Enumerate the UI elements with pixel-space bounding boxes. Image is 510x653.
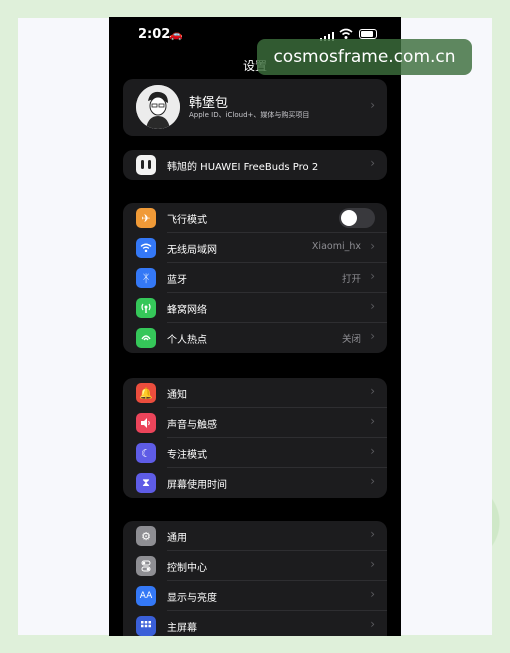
- general-row[interactable]: ⚙ 通用 ›: [123, 521, 387, 551]
- moon-icon: ☾: [136, 443, 156, 463]
- chevron-right-icon: ›: [370, 98, 375, 112]
- bluetooth-value: 打开: [341, 274, 361, 285]
- chevron-right-icon: ›: [370, 527, 375, 541]
- chevron-right-icon: ›: [370, 617, 375, 631]
- display-row[interactable]: AA 显示与亮度 ›: [123, 581, 387, 611]
- display-label: 显示与亮度: [167, 593, 217, 604]
- car-icon: 🚗: [169, 28, 183, 41]
- chevron-right-icon: ›: [370, 156, 375, 170]
- profile-name: 韩堡包: [189, 96, 229, 111]
- device-row[interactable]: 韩旭的 HUAWEI FreeBuds Pro 2 ›: [123, 150, 387, 180]
- status-time: 2:02: [138, 27, 171, 42]
- hotspot-row[interactable]: 个人热点 关闭 ›: [123, 323, 387, 353]
- battery-icon: [359, 29, 377, 39]
- notifications-label: 通知: [167, 390, 187, 401]
- airplane-icon: ✈: [136, 208, 156, 228]
- home-screen-row[interactable]: 主屏幕 ›: [123, 611, 387, 636]
- avatar: [136, 85, 180, 129]
- sound-icon: [136, 413, 156, 433]
- connectivity-group: ✈ 飞行模式 无线局域网 Xiaomi_hx › ᛡ 蓝牙 打开 › 蜂窝网络: [123, 203, 387, 353]
- notification-icon: 🔔: [136, 383, 156, 403]
- wifi-row[interactable]: 无线局域网 Xiaomi_hx ›: [123, 233, 387, 263]
- airplane-mode-toggle[interactable]: [339, 208, 375, 228]
- hotspot-value: 关闭: [341, 334, 361, 345]
- wifi-value: Xiaomi_hx: [311, 241, 361, 252]
- control-center-row[interactable]: 控制中心 ›: [123, 551, 387, 581]
- notifications-row[interactable]: 🔔 通知 ›: [123, 378, 387, 408]
- airplane-mode-label: 飞行模式: [167, 215, 207, 226]
- airplane-mode-row[interactable]: ✈ 飞行模式: [123, 203, 387, 233]
- hotspot-icon: [136, 328, 156, 348]
- earbuds-icon: [136, 155, 156, 175]
- cellular-row[interactable]: 蜂窝网络 ›: [123, 293, 387, 323]
- chevron-right-icon: ›: [370, 299, 375, 313]
- control-center-label: 控制中心: [167, 563, 207, 574]
- chevron-right-icon: ›: [370, 414, 375, 428]
- bluetooth-label: 蓝牙: [167, 275, 187, 286]
- chevron-right-icon: ›: [370, 587, 375, 601]
- sound-row[interactable]: 声音与触感 ›: [123, 408, 387, 438]
- wifi-label: 无线局域网: [167, 245, 217, 256]
- display-icon: AA: [136, 586, 156, 606]
- device-card[interactable]: 韩旭的 HUAWEI FreeBuds Pro 2 ›: [123, 150, 387, 180]
- chevron-right-icon: ›: [370, 269, 375, 283]
- settings-screen: 2:02 🚗 设置 韩堡包 Apple ID、iCloud+、媒体与购买项目 ›…: [109, 17, 401, 636]
- cellular-label: 蜂窝网络: [167, 305, 207, 316]
- home-screen-icon: [136, 616, 156, 636]
- chevron-right-icon: ›: [370, 474, 375, 488]
- chevron-right-icon: ›: [370, 384, 375, 398]
- hotspot-label: 个人热点: [167, 335, 207, 346]
- device-label: 韩旭的 HUAWEI FreeBuds Pro 2: [167, 162, 319, 173]
- cellular-icon: [136, 298, 156, 318]
- chevron-right-icon: ›: [370, 239, 375, 253]
- notifications-group: 🔔 通知 › 声音与触感 › ☾ 专注模式 › ⧗ 屏幕使用时间 ›: [123, 378, 387, 498]
- profile-subtitle: Apple ID、iCloud+、媒体与购买项目: [189, 111, 310, 119]
- home-screen-label: 主屏幕: [167, 623, 197, 634]
- bluetooth-icon: ᛡ: [136, 268, 156, 288]
- control-center-icon: [136, 556, 156, 576]
- chevron-right-icon: ›: [370, 329, 375, 343]
- screen-time-label: 屏幕使用时间: [167, 480, 227, 491]
- gear-icon: ⚙: [136, 526, 156, 546]
- watermark: cosmosframe.com.cn: [257, 39, 472, 75]
- focus-row[interactable]: ☾ 专注模式 ›: [123, 438, 387, 468]
- bluetooth-row[interactable]: ᛡ 蓝牙 打开 ›: [123, 263, 387, 293]
- chevron-right-icon: ›: [370, 444, 375, 458]
- profile-card[interactable]: 韩堡包 Apple ID、iCloud+、媒体与购买项目 ›: [123, 79, 387, 136]
- sound-label: 声音与触感: [167, 420, 217, 431]
- hourglass-icon: ⧗: [136, 473, 156, 493]
- wifi-icon: [136, 238, 156, 258]
- screen-time-row[interactable]: ⧗ 屏幕使用时间 ›: [123, 468, 387, 498]
- focus-label: 专注模式: [167, 450, 207, 461]
- general-group: ⚙ 通用 › 控制中心 › AA 显示与亮度 › 主屏幕 ›: [123, 521, 387, 636]
- general-label: 通用: [167, 533, 187, 544]
- chevron-right-icon: ›: [370, 557, 375, 571]
